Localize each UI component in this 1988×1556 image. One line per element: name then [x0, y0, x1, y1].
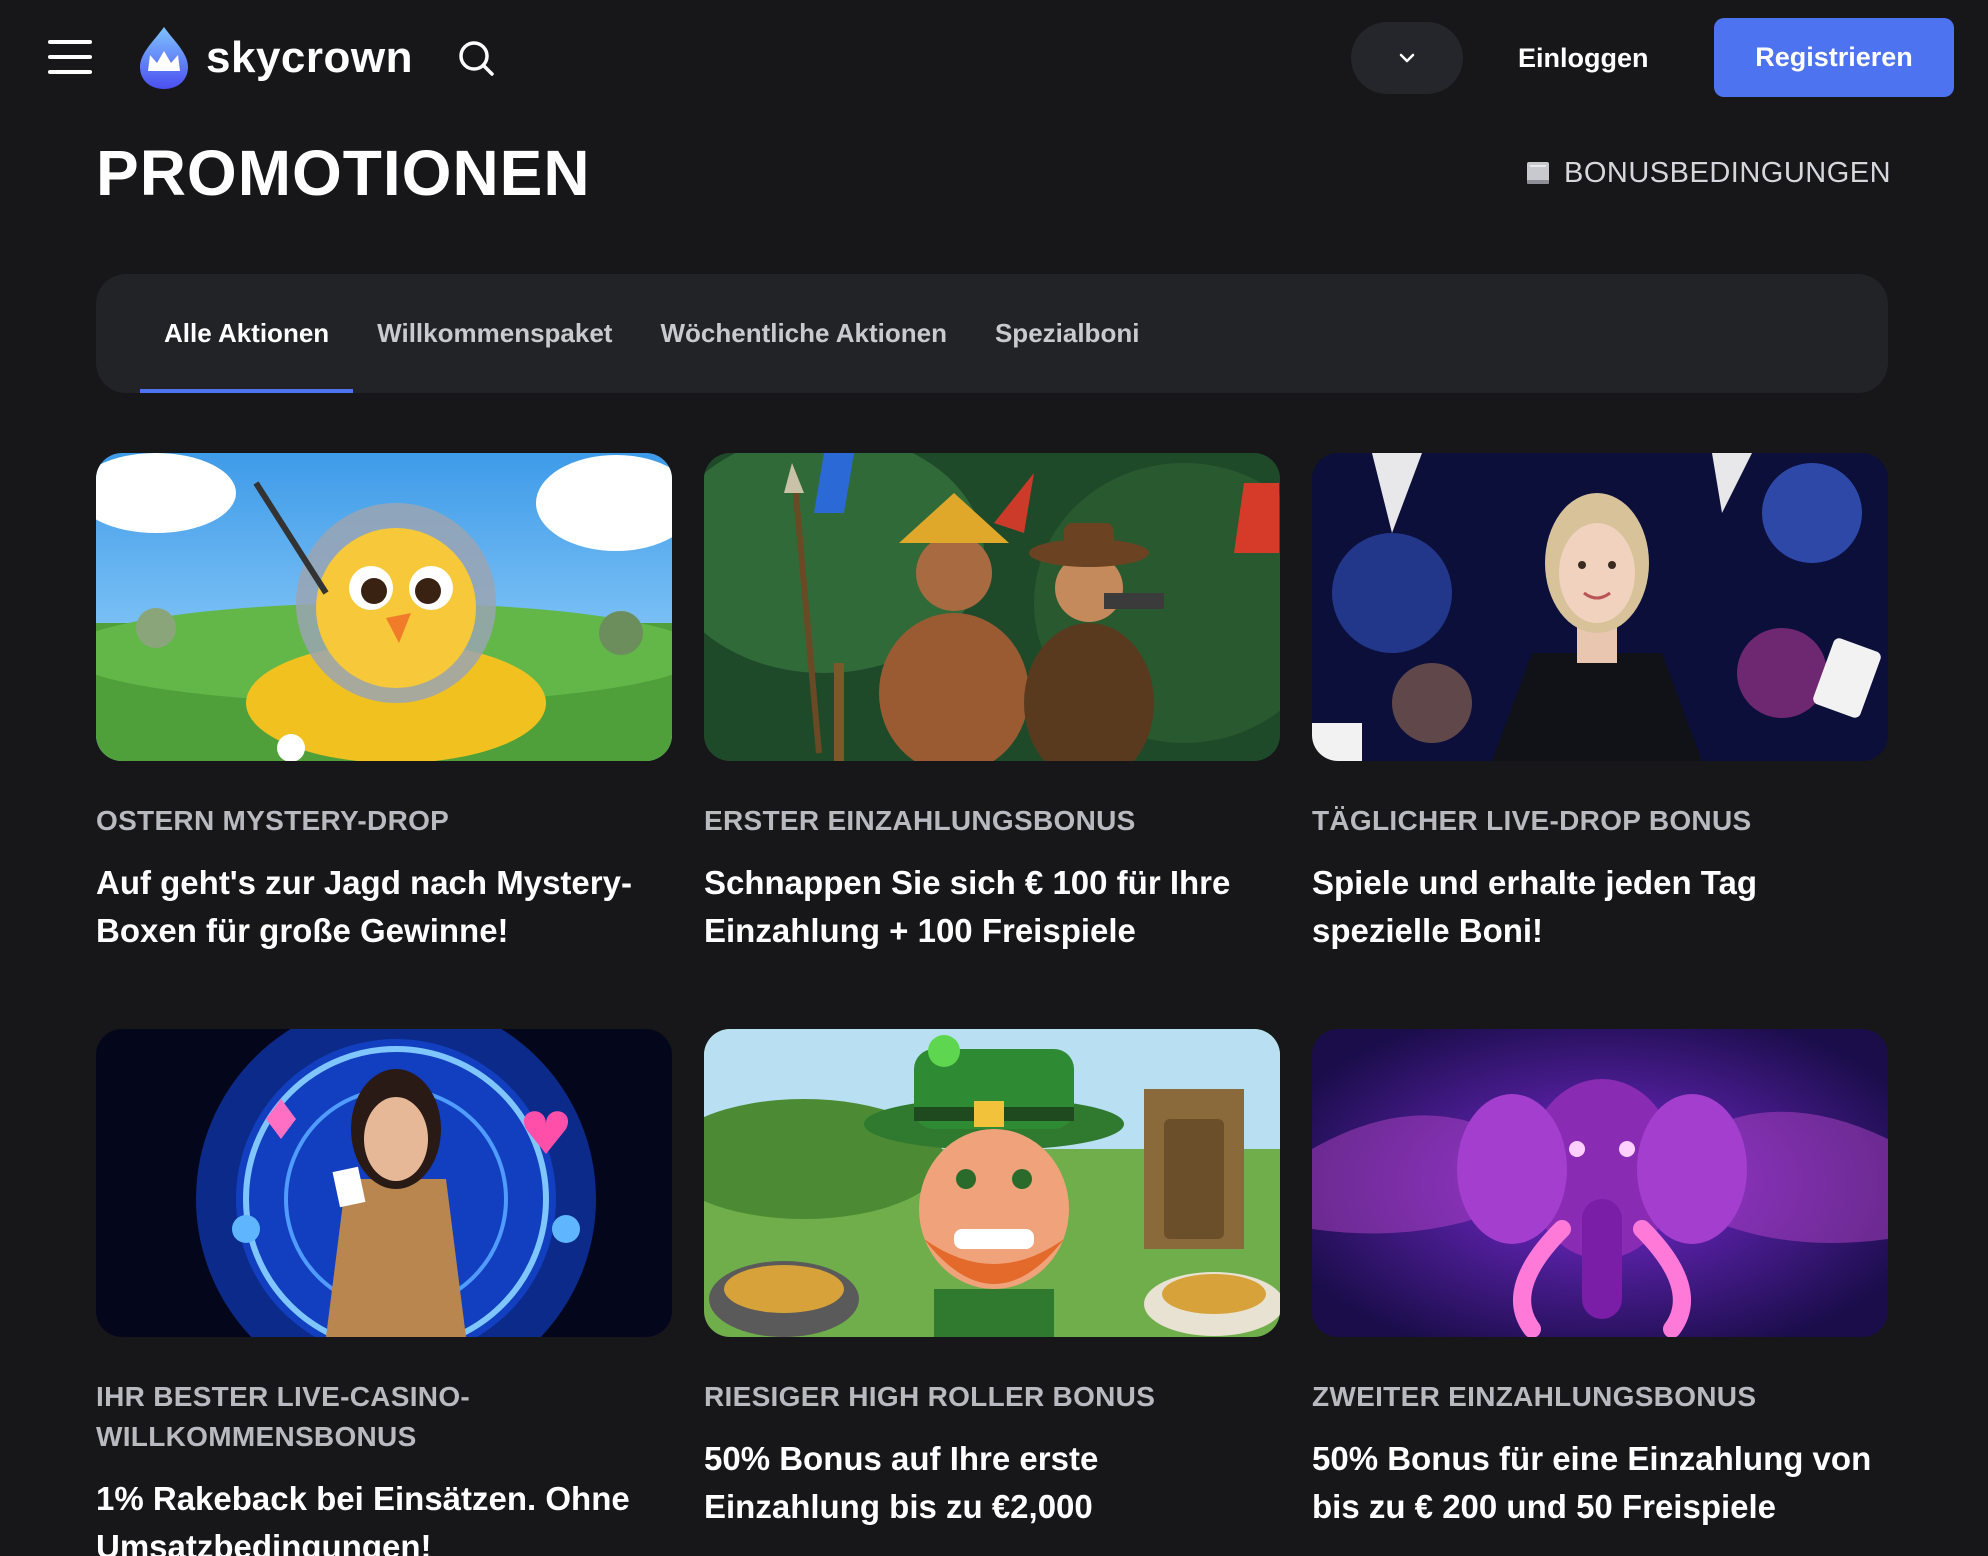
- chevron-down-icon: [1399, 53, 1415, 63]
- chick-astronaut-image: [96, 453, 672, 761]
- promo-title[interactable]: 1% Rakeback bei Einsätzen. Ohne Umsatzbe…: [96, 1475, 672, 1556]
- neon-elephant-image: [1312, 1029, 1888, 1337]
- promo-category: OSTERN MYSTERY-DROP: [96, 805, 450, 836]
- jungle-explorers-image: [704, 453, 1280, 761]
- promotions-page: skycrown Einloggen Registrieren PROMOTIO…: [0, 0, 1988, 1556]
- promo-card: ZWEITER EINZAHLUNGSBONUS 50% Bonus für e…: [1312, 1029, 1888, 1531]
- portal-dealer-image: [96, 1029, 672, 1337]
- promo-card: IHR BESTER LIVE-CASINO-WILLKOMMENSBONUS …: [96, 1029, 672, 1556]
- live-dealer-image: [1312, 453, 1888, 761]
- promo-category: IHR BESTER LIVE-CASINO-WILLKOMMENSBONUS: [96, 1381, 471, 1452]
- promo-category: RIESIGER HIGH ROLLER BONUS: [704, 1381, 1156, 1412]
- promo-title[interactable]: Schnappen Sie sich € 100 für Ihre Einzah…: [704, 859, 1280, 955]
- promotion-tabs: Alle Aktionen Willkommenspaket Wöchentli…: [96, 274, 1888, 393]
- bonus-terms-link[interactable]: BONUSBEDINGUNGEN: [1524, 154, 1891, 192]
- tab-all-promotions[interactable]: Alle Aktionen: [140, 274, 354, 393]
- tab-weekly-promotions[interactable]: Wöchentliche Aktionen: [636, 274, 971, 393]
- promo-category: ERSTER EINZAHLUNGSBONUS: [704, 805, 1136, 836]
- promo-card: OSTERN MYSTERY-DROP Auf geht's zur Jagd …: [96, 453, 672, 955]
- leprechaun-image: [704, 1029, 1280, 1337]
- menu-icon[interactable]: [48, 40, 92, 74]
- tab-special-bonuses[interactable]: Spezialboni: [971, 274, 1163, 393]
- promo-card: ERSTER EINZAHLUNGSBONUS Schnappen Sie si…: [704, 453, 1280, 955]
- promo-category: ZWEITER EINZAHLUNGSBONUS: [1312, 1381, 1757, 1412]
- crown-drop-icon: [140, 27, 188, 89]
- language-selector[interactable]: [1351, 22, 1463, 94]
- page-title: PROMOTIONEN: [96, 137, 591, 209]
- promo-category: TÄGLICHER LIVE-DROP BONUS: [1312, 805, 1752, 836]
- promo-title[interactable]: Spiele und erhalte jeden Tag spezielle B…: [1312, 859, 1888, 955]
- promo-card: RIESIGER HIGH ROLLER BONUS 50% Bonus auf…: [704, 1029, 1280, 1531]
- top-header: skycrown Einloggen Registrieren: [0, 0, 1988, 114]
- tab-welcome-package[interactable]: Willkommenspaket: [353, 274, 636, 393]
- logo-text: skycrown: [206, 33, 413, 82]
- book-icon: [1527, 162, 1549, 184]
- logo[interactable]: skycrown: [136, 24, 413, 92]
- login-button[interactable]: Einloggen: [1518, 38, 1649, 78]
- promo-image-leprechaun[interactable]: [704, 1029, 1280, 1337]
- promo-title[interactable]: 50% Bonus für eine Einzahlung von bis zu…: [1312, 1435, 1888, 1531]
- promo-image-portal-dealer[interactable]: [96, 1029, 672, 1337]
- promo-image-live-dealer[interactable]: [1312, 453, 1888, 761]
- promo-image-neon-elephant[interactable]: [1312, 1029, 1888, 1337]
- register-button[interactable]: Registrieren: [1714, 18, 1954, 97]
- bonus-terms-label: BONUSBEDINGUNGEN: [1564, 156, 1892, 189]
- promo-title[interactable]: Auf geht's zur Jagd nach Mystery-Boxen f…: [96, 859, 672, 955]
- promo-image-jungle-explorers[interactable]: [704, 453, 1280, 761]
- promo-image-chick-astronaut[interactable]: [96, 453, 672, 761]
- promo-title[interactable]: 50% Bonus auf Ihre erste Einzahlung bis …: [704, 1435, 1280, 1531]
- promo-card: TÄGLICHER LIVE-DROP BONUS Spiele und erh…: [1312, 453, 1888, 955]
- search-icon[interactable]: [456, 38, 496, 78]
